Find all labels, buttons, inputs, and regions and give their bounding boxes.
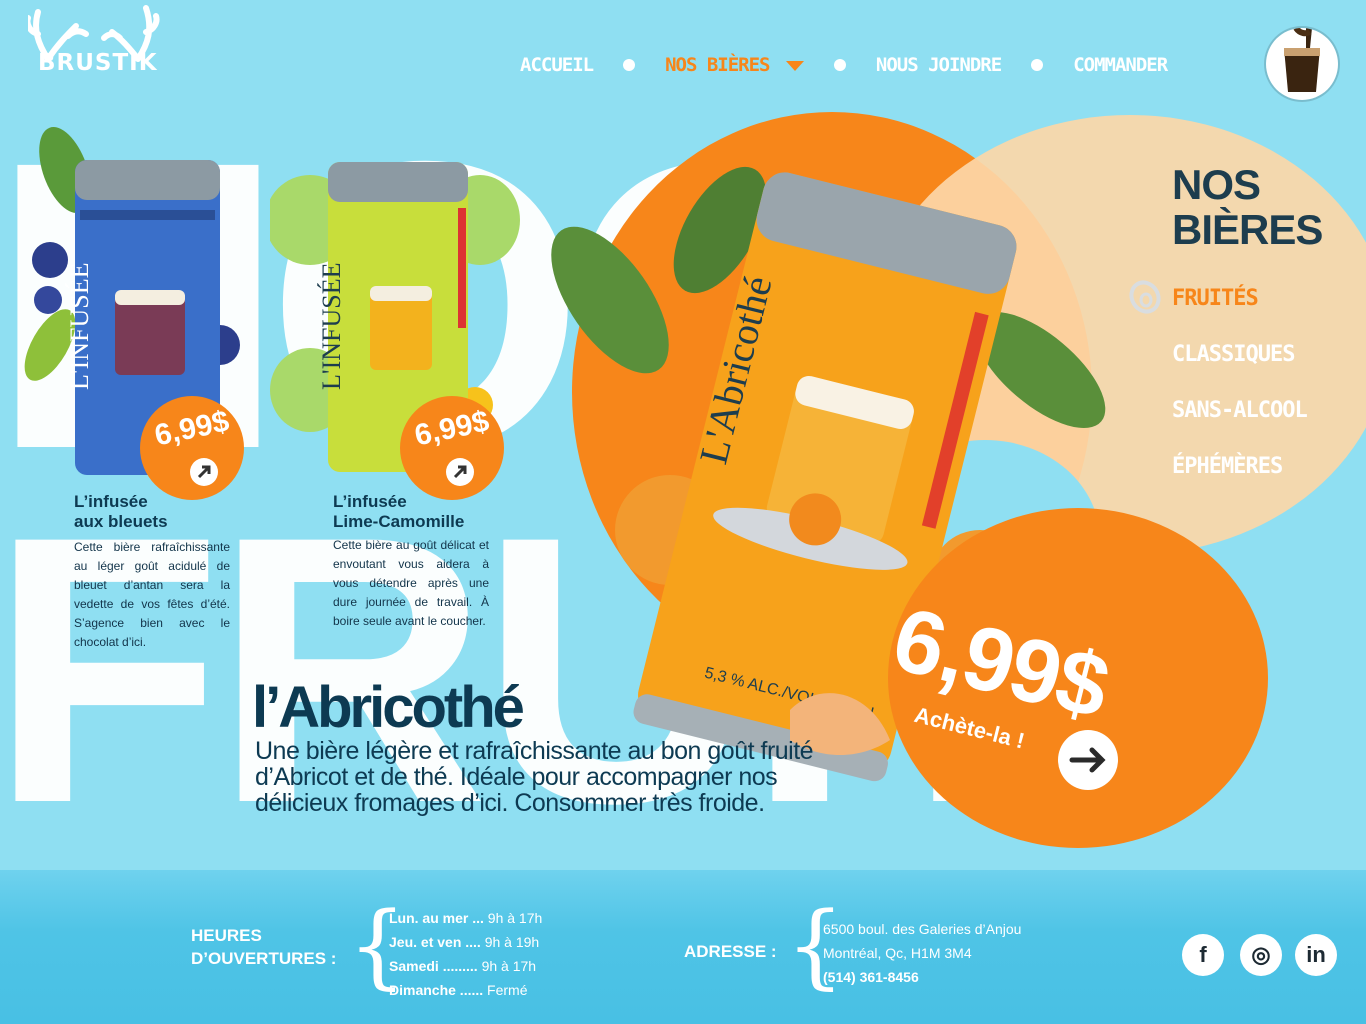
category-sans-alcool[interactable]: SANS-ALCOOL xyxy=(1172,398,1308,423)
facebook-icon[interactable]: f xyxy=(1182,934,1224,976)
hours-row: Jeu. et ven .... 9h à 19h xyxy=(389,930,542,954)
hours-day: Lun. au mer ... xyxy=(389,910,484,926)
category-fruites[interactable]: FRUITÉS xyxy=(1172,286,1259,311)
caret-down-icon xyxy=(785,60,804,71)
price-badge-lime[interactable]: 6,99$ xyxy=(400,396,504,500)
linkedin-glyph: in xyxy=(1306,942,1326,967)
hours-row: Samedi ......... 9h à 17h xyxy=(389,954,542,978)
nav-nous-joindre[interactable]: NOUS JOINDRE xyxy=(876,54,1002,76)
nav-accueil[interactable]: ACCUEIL xyxy=(520,54,594,76)
brand-logo[interactable]: BRUSTIK xyxy=(28,4,168,84)
product-title-line2: Lime-Camomille xyxy=(333,512,465,531)
logo-text: BRUSTIK xyxy=(38,50,158,76)
hours-time: Fermé xyxy=(487,982,528,998)
product-title-lime[interactable]: L’infusée Lime-Camomille xyxy=(333,492,464,532)
nav-separator xyxy=(833,59,846,71)
address-line2: Montréal, Qc, H1M 3M4 xyxy=(823,945,972,961)
hours-heading: HEURES D’OUVERTURES : xyxy=(191,924,336,970)
hours-heading-line1: HEURES xyxy=(191,926,262,945)
beer-glass-icon xyxy=(1284,28,1320,92)
arrow-right-icon xyxy=(1069,747,1106,773)
category-title-line2: BIÈRES xyxy=(1172,206,1323,253)
arrow-right-icon xyxy=(446,458,474,486)
hours-day: Samedi ......... xyxy=(389,958,478,974)
address-heading: ADRESSE : xyxy=(684,942,777,961)
nav-nos-bieres[interactable]: NOS BIÈRES xyxy=(665,54,804,76)
category-title-line1: NOS xyxy=(1172,161,1261,208)
category-ephemeres[interactable]: ÉPHÉMÈRES xyxy=(1172,454,1283,479)
product-title-line2: aux bleuets xyxy=(74,512,168,531)
product-desc-lime: Cette bière au goût délicat et envoutant… xyxy=(333,538,489,628)
nav-nos-bieres-label: NOS BIÈRES xyxy=(665,54,770,76)
product-desc-bleuets: Cette bière rafraîchissante au léger goû… xyxy=(74,540,230,649)
instagram-glyph: ◎ xyxy=(1251,942,1271,967)
hours-row: Dimanche ...... Fermé xyxy=(389,978,542,1002)
price-badge-bleuets[interactable]: 6,99$ xyxy=(140,396,244,500)
linkedin-icon[interactable]: in xyxy=(1295,934,1337,976)
hours-day: Dimanche ...... xyxy=(389,982,484,998)
main-nav: ACCUEIL NOS BIÈRES NOUS JOINDRE COMMANDE… xyxy=(520,50,1168,80)
address-line1: 6500 boul. des Galeries d’Anjou xyxy=(823,921,1022,937)
buy-arrow-button[interactable] xyxy=(1058,730,1118,790)
category-title: NOS BIÈRES xyxy=(1172,161,1323,253)
product-title-bleuets[interactable]: L’infusée aux bleuets xyxy=(74,492,168,532)
address-block: 6500 boul. des Galeries d’Anjou Montréal… xyxy=(823,917,1021,989)
nav-commander[interactable]: COMMANDER xyxy=(1073,54,1168,76)
nav-separator xyxy=(1031,59,1044,71)
hours-time: 9h à 19h xyxy=(484,934,540,950)
featured-description: Une bière légère et rafraîchissante au b… xyxy=(255,737,814,817)
featured-title: l’Abricothé xyxy=(252,675,525,740)
instagram-icon[interactable]: ◎ xyxy=(1240,934,1282,976)
beer-glass-cart-button[interactable] xyxy=(1266,28,1338,100)
category-classiques[interactable]: CLASSIQUES xyxy=(1172,342,1295,367)
svg-text:L'INFUSÉE: L'INFUSÉE xyxy=(317,263,346,390)
phone-number[interactable]: (514) 361-8456 xyxy=(823,965,1021,989)
hours-list: Lun. au mer ... 9h à 17h Jeu. et ven ...… xyxy=(389,906,542,1002)
hours-time: 9h à 17h xyxy=(487,910,543,926)
facebook-glyph: f xyxy=(1199,942,1207,967)
hours-time: 9h à 17h xyxy=(481,958,537,974)
svg-text:L'INFUSÉE: L'INFUSÉE xyxy=(65,263,94,390)
hours-row: Lun. au mer ... 9h à 17h xyxy=(389,906,542,930)
nav-separator xyxy=(623,59,636,71)
arrow-right-icon xyxy=(190,458,218,486)
hours-day: Jeu. et ven .... xyxy=(389,934,481,950)
product-title-line1: L’infusée xyxy=(74,492,148,511)
product-title-line1: L’infusée xyxy=(333,492,407,511)
hours-heading-line2: D’OUVERTURES : xyxy=(191,949,337,968)
